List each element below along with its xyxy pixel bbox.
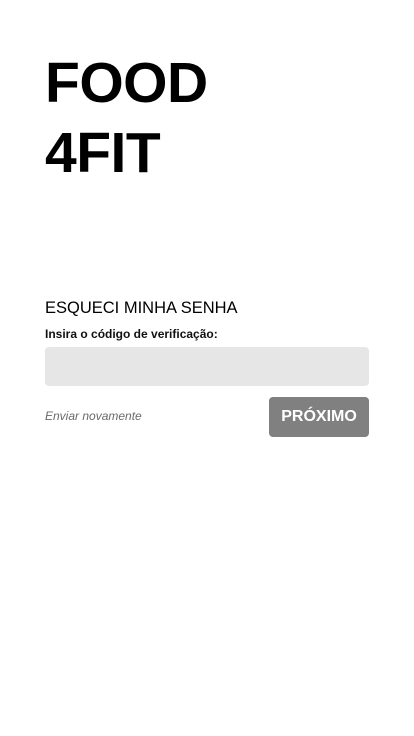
- next-button[interactable]: PRÓXIMO: [269, 397, 369, 437]
- verification-code-label: Insira o código de verificação:: [45, 327, 218, 341]
- page-title: ESQUECI MINHA SENHA: [45, 299, 238, 317]
- app-logo-line-1: FOOD: [45, 51, 208, 115]
- app-logo-line-2: 4FIT: [45, 121, 161, 185]
- forgot-password-screen: FOOD 4FIT ESQUECI MINHA SENHA Insira o c…: [0, 0, 414, 736]
- resend-code-link[interactable]: Enviar novamente: [45, 408, 142, 424]
- verification-code-input[interactable]: [45, 347, 369, 386]
- app-logo: FOOD 4FIT: [45, 48, 208, 188]
